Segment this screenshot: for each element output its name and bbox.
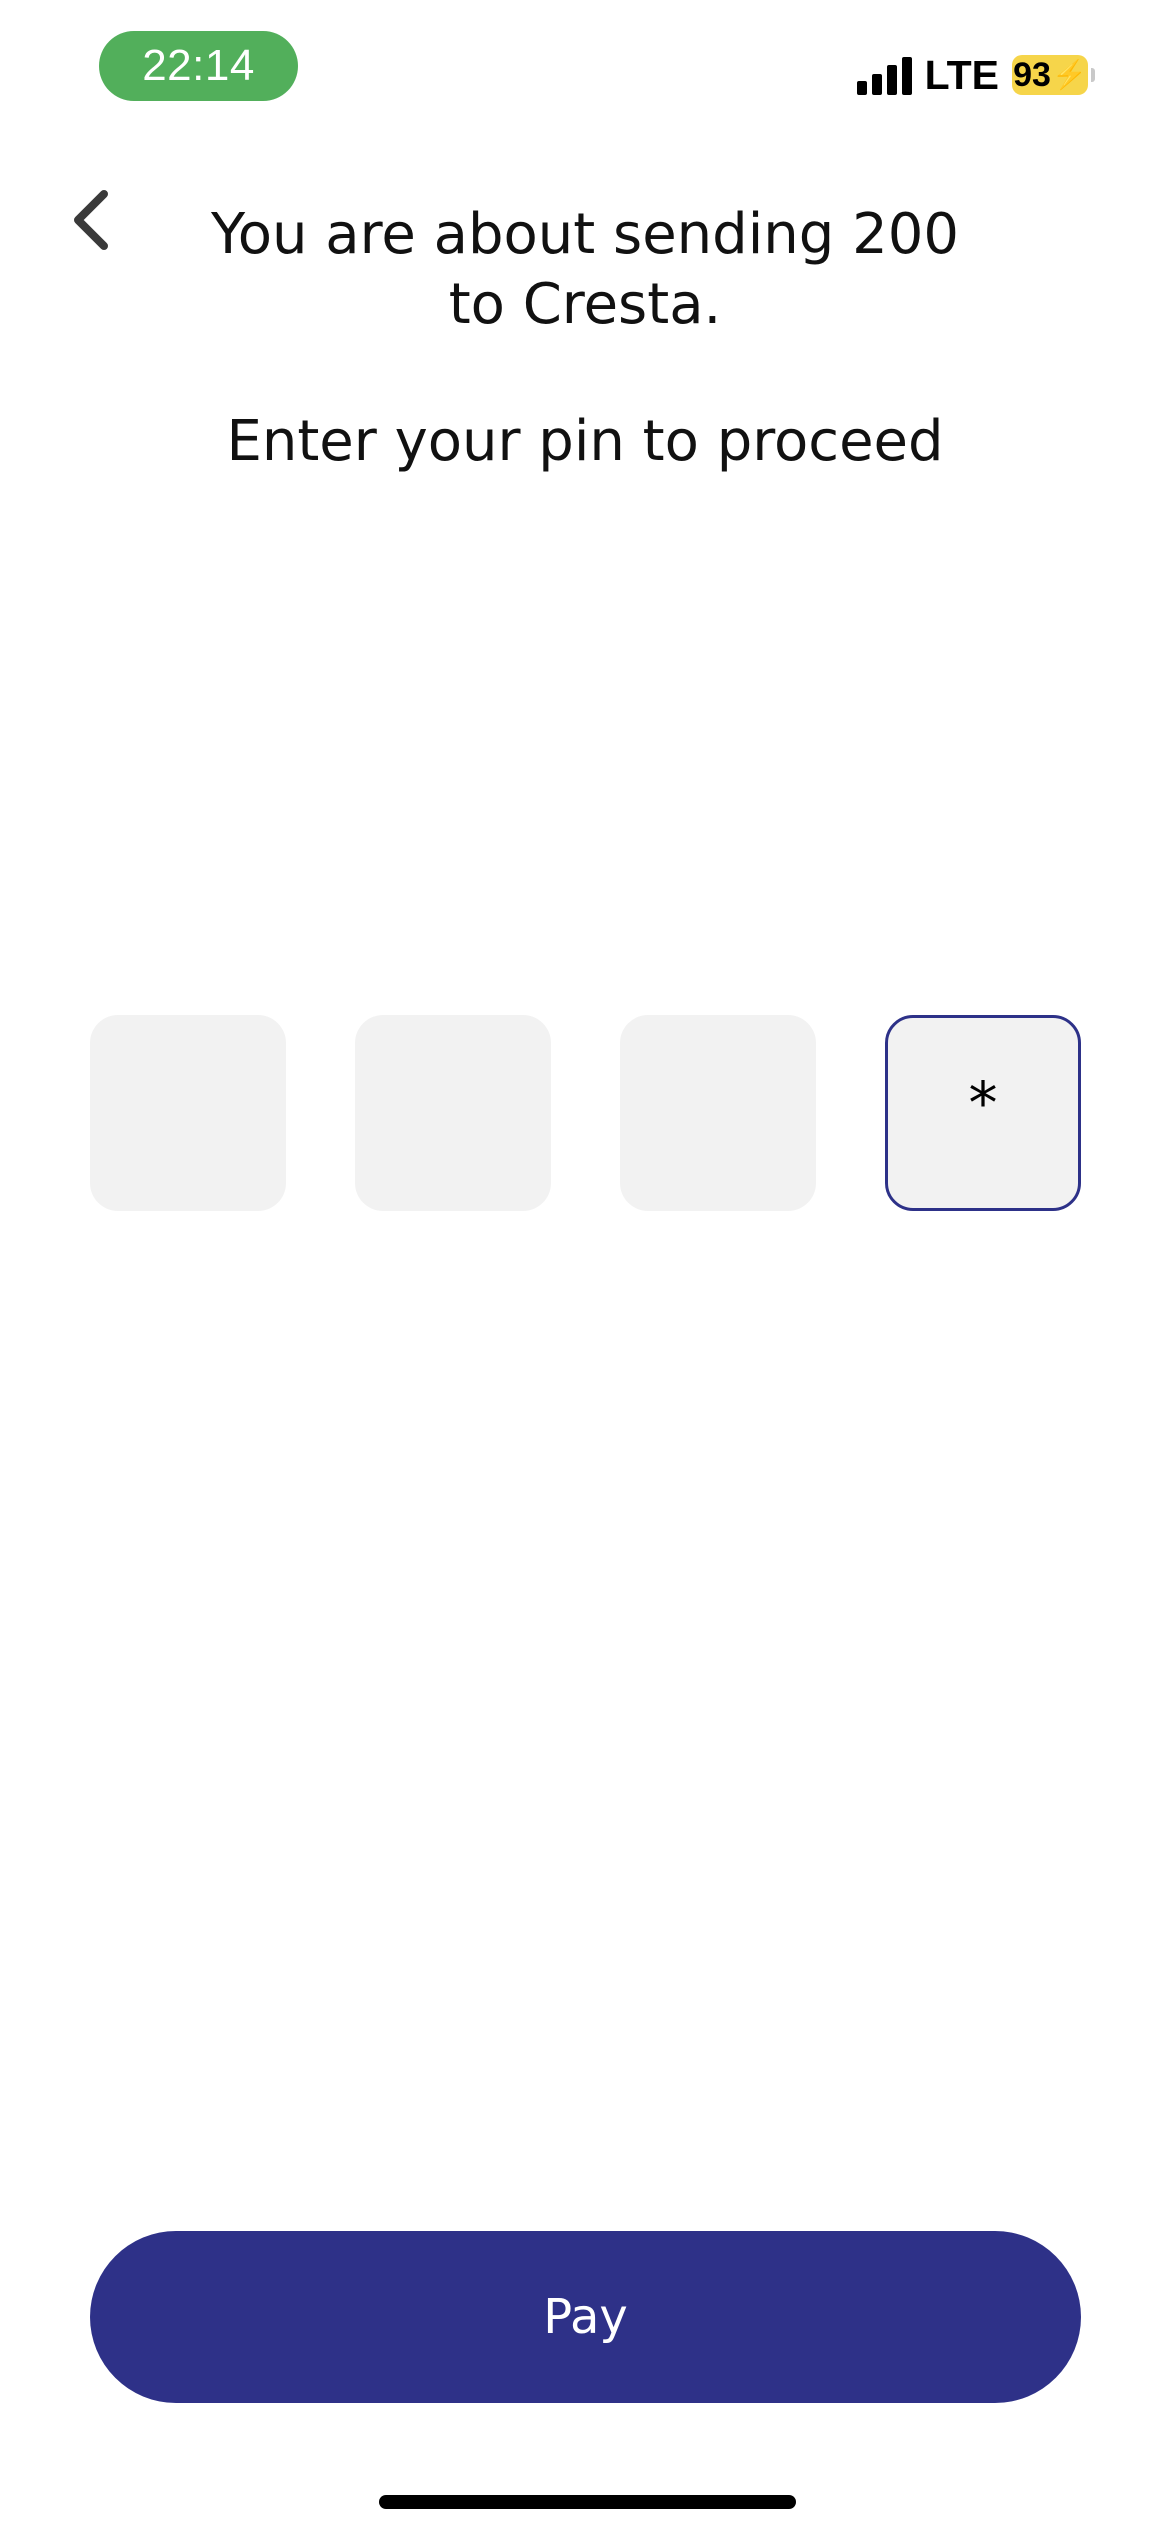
charging-bolt-icon: ⚡ — [1051, 59, 1087, 90]
cellular-signal-icon — [856, 55, 912, 95]
battery-level: 93 — [1013, 56, 1051, 94]
pin-digit-1[interactable] — [90, 1015, 286, 1211]
title-line-2: to Cresta. — [448, 272, 722, 337]
back-button[interactable] — [55, 180, 125, 260]
battery-icon: 93 ⚡ — [1012, 55, 1095, 95]
pin-digit-3[interactable] — [620, 1015, 816, 1211]
status-time: 22:14 — [99, 31, 298, 101]
page-title: You are about sending 200 to Cresta. — [140, 200, 1030, 340]
title-line-1: You are about sending 200 — [210, 202, 959, 267]
chevron-left-icon — [74, 190, 108, 250]
pin-instruction: Enter your pin to proceed — [226, 409, 944, 474]
network-type: LTE — [924, 51, 999, 98]
pin-digit-4[interactable]: * — [885, 1015, 1081, 1211]
status-indicators: LTE 93 ⚡ — [856, 48, 1095, 102]
pay-button[interactable]: Pay — [90, 2231, 1081, 2403]
pin-digit-2[interactable] — [355, 1015, 551, 1211]
pin-input-group: * — [90, 1015, 1081, 1211]
home-indicator — [379, 2495, 796, 2509]
